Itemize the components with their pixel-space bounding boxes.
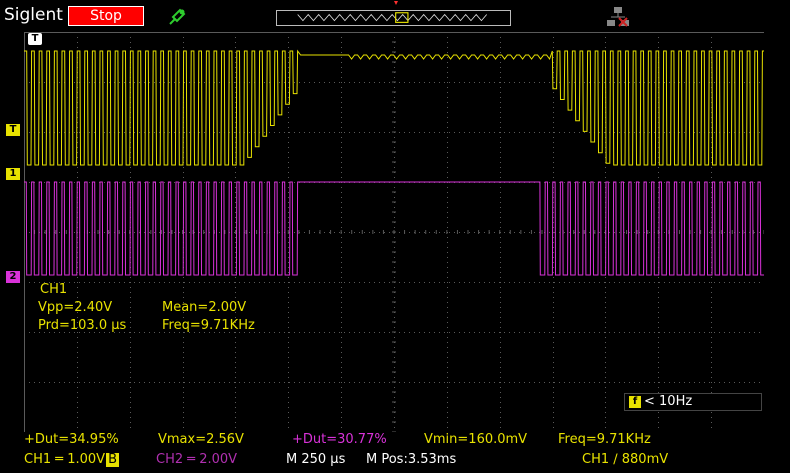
ch1-positive-duty: +Dut=34.95%	[24, 432, 119, 447]
ch1-vmax: Vmax=2.56V	[158, 432, 244, 447]
ch1-frequency-bottom: Freq=9.71KHz	[558, 432, 651, 447]
ch1-vmin: Vmin=160.0mV	[424, 432, 528, 447]
network-disconnected-icon	[607, 7, 629, 27]
waveform-display[interactable]	[24, 32, 764, 432]
ch1-offset-marker[interactable]: 1	[6, 168, 20, 180]
ch1-scale-label: CH1 ═ 1.00V	[24, 452, 106, 467]
ch2-offset-marker[interactable]: 2	[6, 271, 20, 283]
frequency-icon: f	[629, 396, 641, 408]
trigger-position-marker	[394, 1, 398, 5]
measure-mean: Mean=2.00V	[162, 300, 247, 315]
trigger-frequency-box: f < 10Hz	[624, 393, 762, 411]
ch2-scale[interactable]: CH2 ═ 2.00V	[156, 452, 237, 468]
trigger-setting[interactable]: CH1 ∕ 880mV	[582, 452, 668, 468]
memory-window-icon	[276, 10, 511, 26]
measure-frequency: Freq=9.71KHz	[162, 318, 255, 333]
ch1-scale[interactable]: CH1 ═ 1.00V B	[24, 452, 119, 468]
timebase[interactable]: M 250 μs	[286, 452, 345, 468]
trigger-time-marker[interactable]: T	[28, 33, 42, 45]
measure-source: CH1	[40, 282, 68, 297]
trigger-frequency-value: < 10Hz	[644, 394, 693, 409]
probe-icon	[169, 8, 186, 25]
trigger-level-marker[interactable]: T	[6, 124, 20, 136]
measure-vpp: Vpp=2.40V	[38, 300, 113, 315]
bandwidth-limit-badge: B	[106, 452, 119, 467]
horizontal-position[interactable]: M Pos:3.53ms	[366, 452, 456, 468]
brand-label: Siglent	[4, 5, 63, 25]
measure-period: Prd=103.0 μs	[38, 318, 127, 333]
run-stop-status[interactable]: Stop	[68, 6, 144, 26]
ch2-positive-duty: +Dut=30.77%	[292, 432, 387, 447]
